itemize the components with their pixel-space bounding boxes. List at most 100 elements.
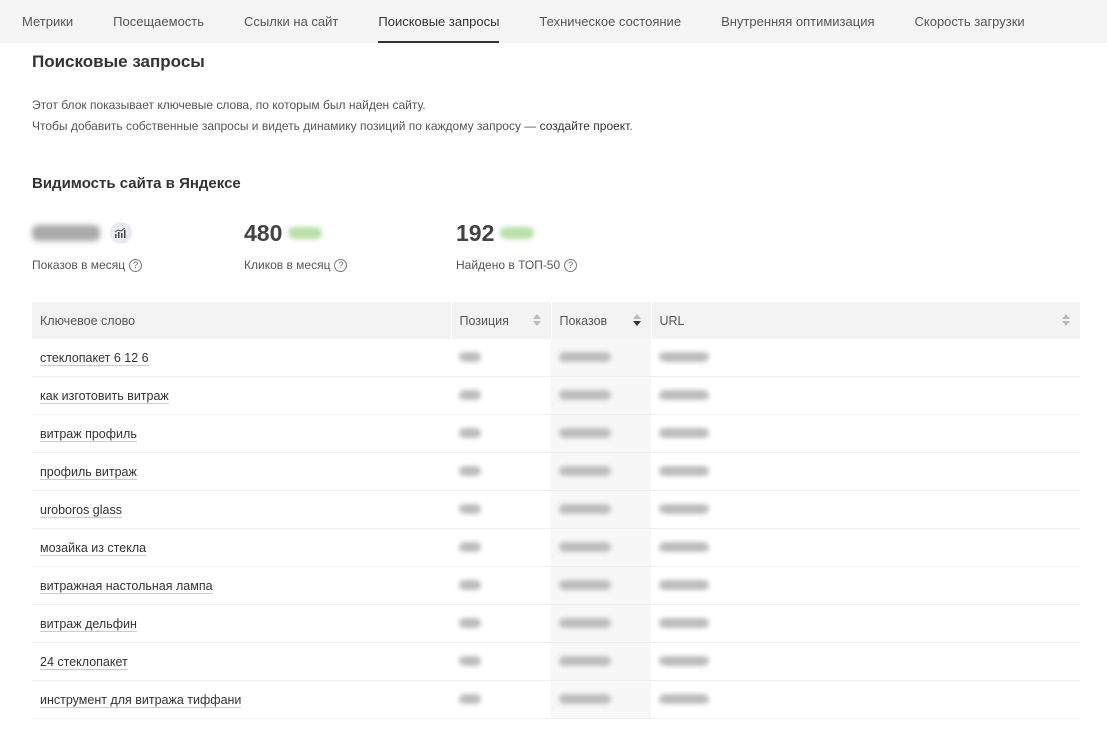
keyword-link[interactable]: инструмент для витража тиффани: [40, 692, 242, 708]
shows-cell: [551, 339, 651, 377]
shows-value-blurred: [559, 465, 611, 476]
visibility-stats: Показов в месяц ? 480 Кликов в месяц ? 1…: [32, 220, 1080, 280]
shows-value-blurred: [559, 427, 611, 438]
description-prefix: Чтобы добавить собственные запросы и вид…: [32, 119, 540, 133]
position-value-blurred: [459, 503, 481, 514]
sort-desc-icon[interactable]: [632, 314, 641, 326]
position-cell: [451, 414, 551, 453]
help-icon[interactable]: ?: [334, 258, 348, 272]
column-position[interactable]: Позиция: [450, 302, 551, 339]
sort-icon[interactable]: [532, 314, 541, 326]
column-shows-label: Показов: [559, 313, 608, 328]
url-value-blurred: [659, 351, 709, 362]
shows-cell: [551, 642, 651, 681]
position-value-blurred: [459, 351, 481, 362]
tab-search-queries[interactable]: Поисковые запросы: [378, 0, 500, 43]
shows-value-blurred: [559, 655, 611, 666]
stat-clicks: 480 Кликов в месяц ?: [244, 220, 456, 280]
keyword-link[interactable]: витражная настольная лампа: [40, 578, 213, 594]
keyword-link[interactable]: витраж дельфин: [40, 616, 137, 632]
create-project-link[interactable]: создайте проект: [540, 119, 630, 133]
clicks-label: Кликов в месяц: [244, 258, 331, 272]
shows-value-blurred: [559, 693, 611, 704]
tab-onpage[interactable]: Внутренняя оптимизация: [721, 0, 874, 43]
position-value-blurred: [459, 541, 481, 552]
shows-value-blurred: [559, 579, 611, 590]
clicks-delta-blurred: [288, 227, 323, 239]
url-value-blurred: [659, 617, 709, 628]
url-value-blurred: [659, 465, 709, 476]
keyword-link[interactable]: uroboros glass: [40, 502, 122, 518]
column-shows[interactable]: Показов: [550, 302, 651, 339]
position-value-blurred: [459, 693, 481, 704]
column-position-label: Позиция: [459, 313, 509, 328]
shows-cell: [551, 376, 651, 415]
main-content: Поисковые запросы Этот блок показывает к…: [0, 51, 1107, 719]
keyword-link[interactable]: 24 стеклопакет: [40, 654, 128, 670]
description-line-1: Этот блок показывает ключевые слова, по …: [32, 98, 426, 112]
table-row: профиль витраж: [32, 452, 1080, 491]
keyword-cell: стеклопакет 6 12 6: [32, 339, 451, 377]
keyword-link[interactable]: как изготовить витраж: [40, 388, 169, 404]
stat-top50: 192 Найдено в ТОП-50 ?: [456, 220, 668, 280]
url-cell: [651, 376, 1080, 415]
help-icon[interactable]: ?: [564, 258, 578, 272]
keyword-cell: профиль витраж: [32, 452, 451, 491]
tab-metrics[interactable]: Метрики: [22, 0, 73, 43]
column-keyword: Ключевое слово: [32, 302, 451, 339]
position-cell: [451, 680, 551, 719]
sort-icon[interactable]: [1062, 314, 1070, 326]
tab-backlinks[interactable]: Ссылки на сайт: [244, 0, 338, 43]
shows-value-blurred: [559, 351, 611, 362]
top50-value: 192: [456, 219, 495, 246]
keyword-link[interactable]: стеклопакет 6 12 6: [40, 350, 149, 366]
shows-cell: [551, 566, 651, 605]
url-cell: [651, 566, 1080, 605]
chart-icon[interactable]: [110, 222, 132, 244]
tab-technical[interactable]: Техническое состояние: [539, 0, 681, 43]
url-cell: [651, 490, 1080, 529]
clicks-value: 480: [244, 219, 283, 246]
page-description: Этот блок показывает ключевые слова, по …: [32, 95, 1080, 137]
url-value-blurred: [659, 503, 709, 514]
position-value-blurred: [459, 465, 481, 476]
top50-label: Найдено в ТОП-50: [456, 258, 561, 272]
column-url[interactable]: URL: [650, 302, 1080, 339]
keyword-link[interactable]: витраж профиль: [40, 426, 137, 442]
position-value-blurred: [459, 389, 481, 400]
keyword-link[interactable]: профиль витраж: [40, 464, 137, 480]
position-value-blurred: [459, 617, 481, 628]
url-cell: [651, 452, 1080, 491]
keyword-cell: uroboros glass: [32, 490, 451, 529]
url-value-blurred: [659, 693, 709, 704]
impressions-value-blurred: [32, 225, 100, 241]
keyword-cell: витражная настольная лампа: [32, 566, 451, 605]
keyword-cell: 24 стеклопакет: [32, 642, 451, 681]
table-row: 24 стеклопакет: [32, 642, 1080, 681]
url-cell: [651, 339, 1080, 377]
url-value-blurred: [659, 389, 709, 400]
position-value-blurred: [459, 427, 481, 438]
tab-speed[interactable]: Скорость загрузки: [915, 0, 1025, 43]
description-suffix: .: [629, 119, 633, 133]
chart-bars-svg: [114, 227, 126, 238]
url-cell: [651, 680, 1080, 719]
shows-value-blurred: [559, 389, 611, 400]
url-cell: [651, 414, 1080, 453]
description-line-2: Чтобы добавить собственные запросы и вид…: [32, 116, 1080, 137]
url-value-blurred: [659, 541, 709, 552]
position-cell: [451, 452, 551, 491]
shows-value-blurred: [559, 541, 611, 552]
position-value-blurred: [459, 655, 481, 666]
table-row: как изготовить витраж: [32, 376, 1080, 415]
url-cell: [651, 528, 1080, 567]
keyword-link[interactable]: мозайка из стекла: [40, 540, 147, 556]
shows-cell: [551, 528, 651, 567]
help-icon[interactable]: ?: [129, 258, 143, 272]
shows-cell: [551, 452, 651, 491]
keyword-cell: инструмент для витража тиффани: [32, 680, 451, 719]
keyword-cell: как изготовить витраж: [32, 376, 451, 415]
url-cell: [651, 642, 1080, 681]
tab-traffic[interactable]: Посещаемость: [113, 0, 204, 43]
shows-value-blurred: [559, 617, 611, 628]
